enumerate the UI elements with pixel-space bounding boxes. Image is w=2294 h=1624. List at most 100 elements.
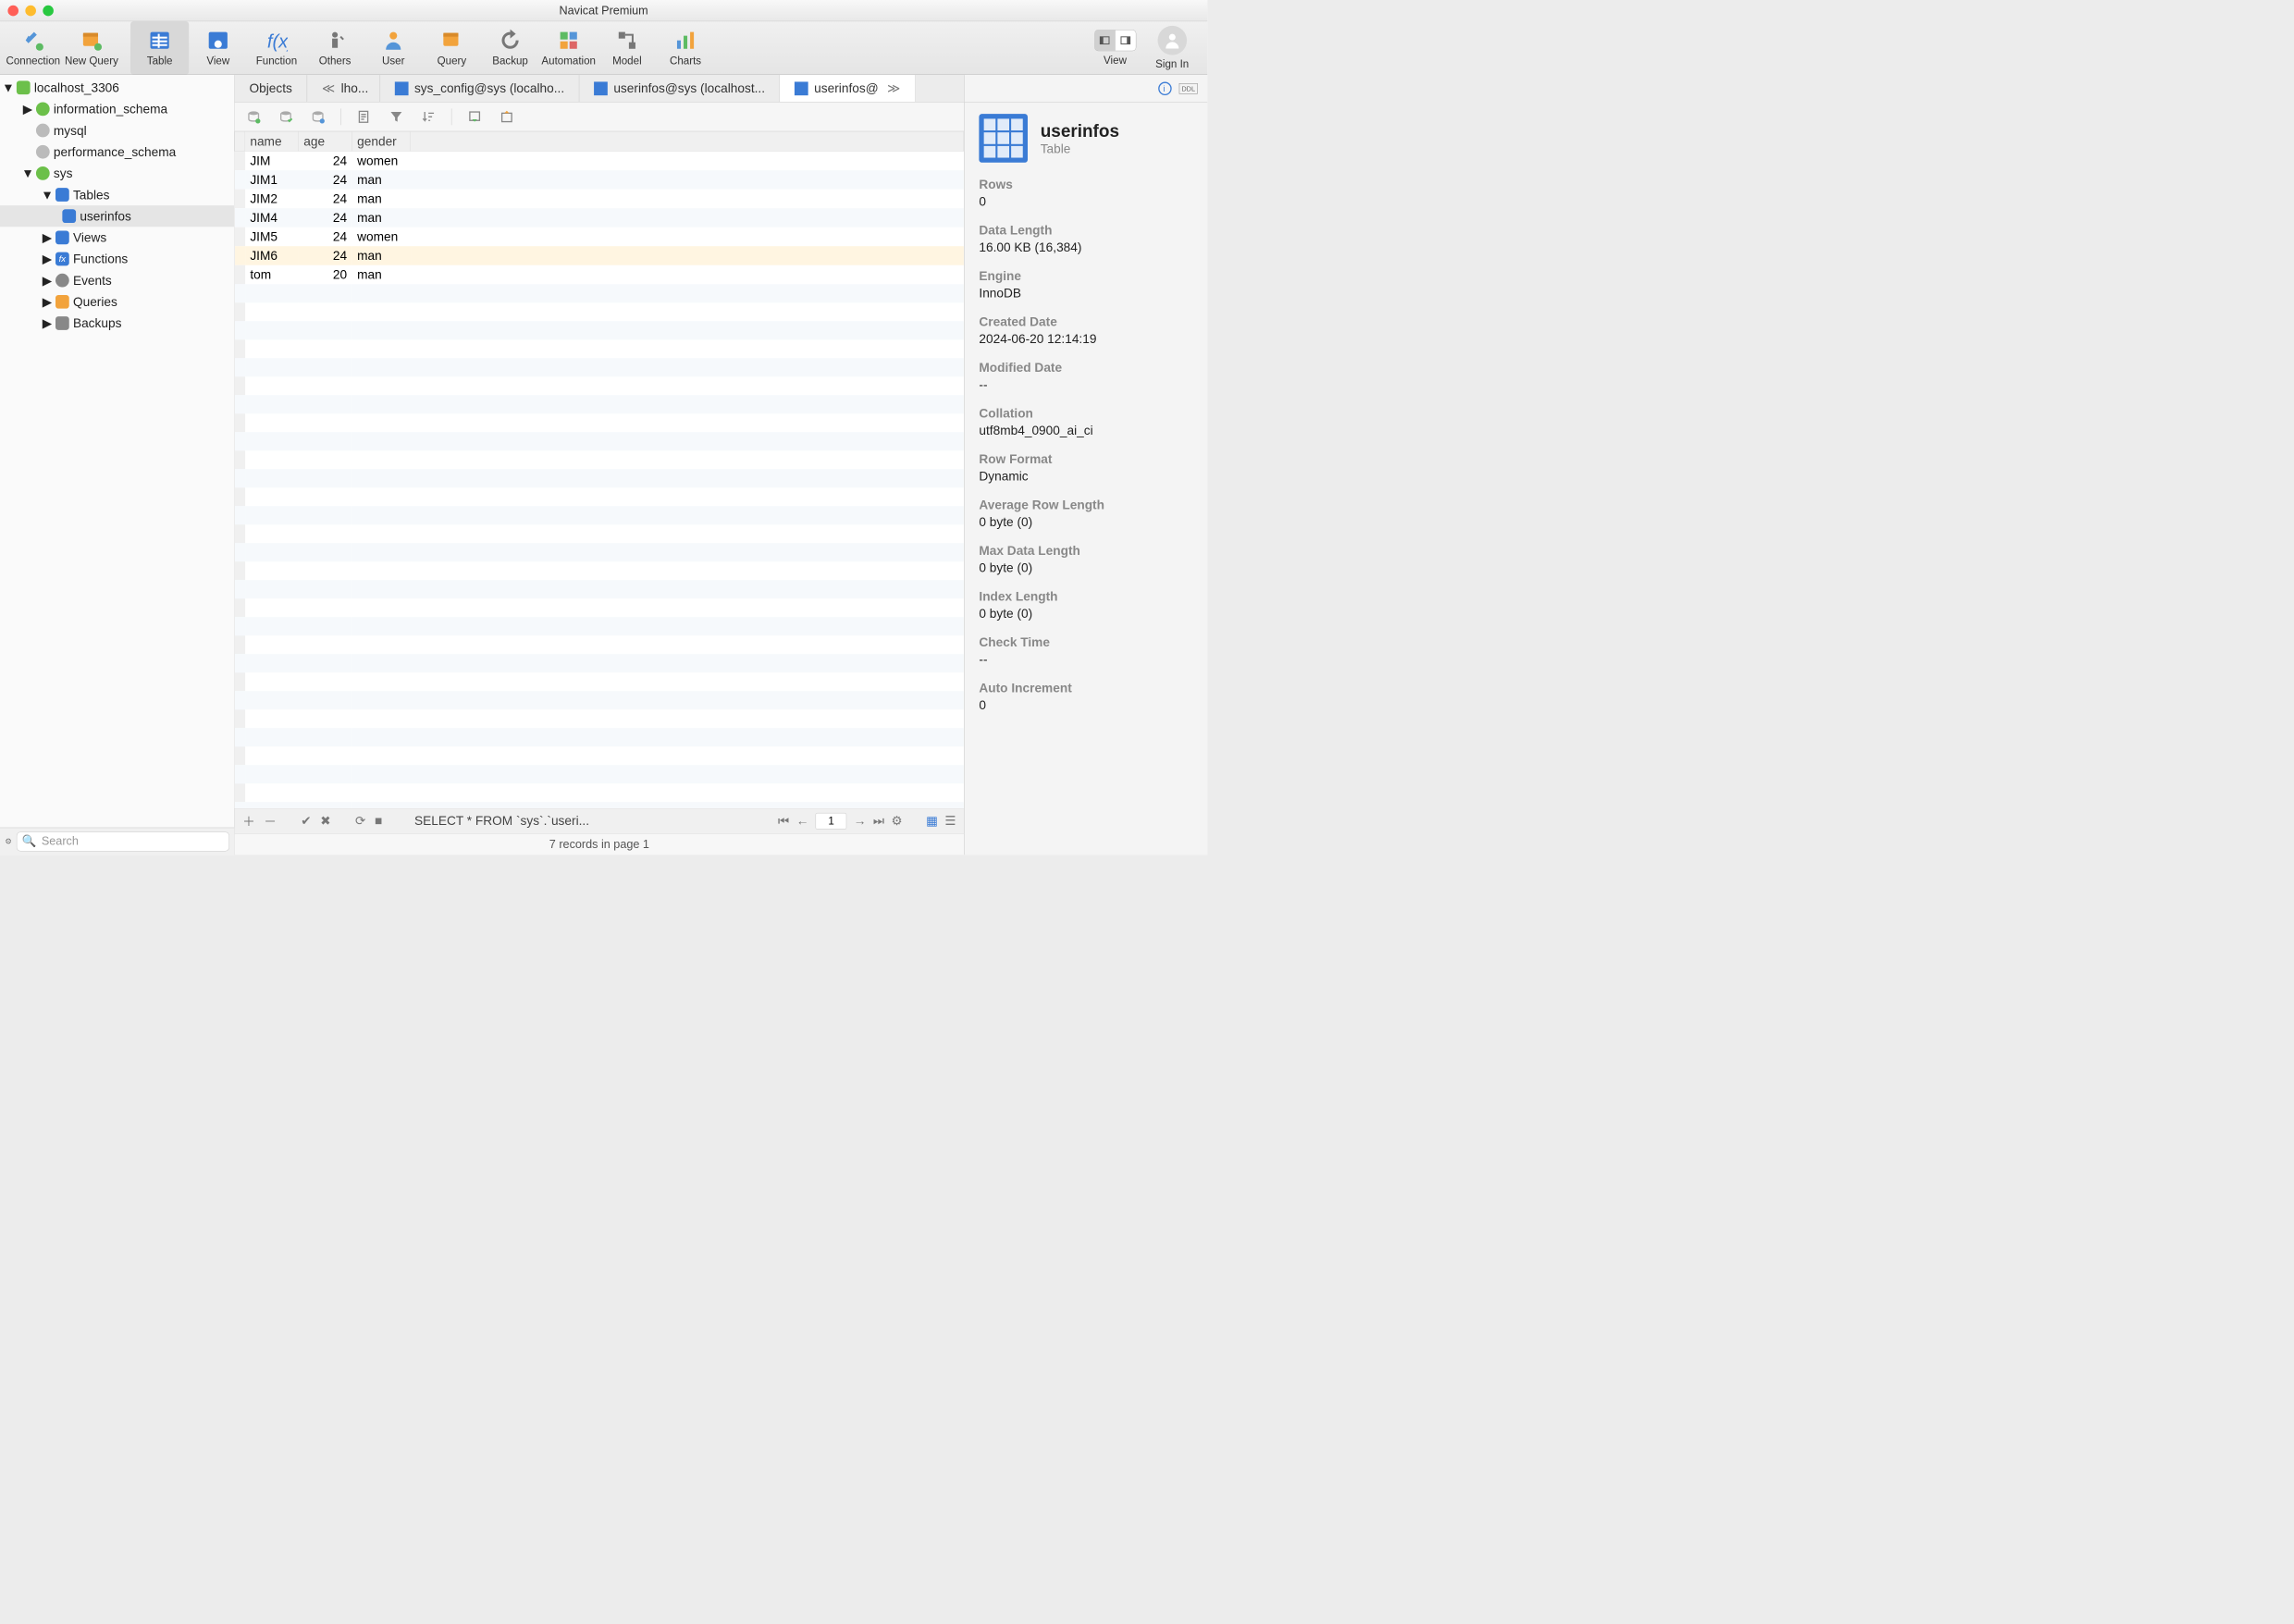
next-page-icon[interactable]: →	[854, 813, 867, 828]
view-segment[interactable]	[1094, 30, 1136, 51]
connection-tree[interactable]: ▼ localhost_3306 ▶ information_schema ▶ …	[0, 75, 234, 828]
new-query-icon	[80, 29, 103, 51]
grid-view-icon[interactable]: ▦	[926, 813, 938, 828]
backup-button[interactable]: Backup	[481, 21, 539, 74]
table-row[interactable]: JIM124man	[235, 170, 964, 190]
info-title: userinfos	[1041, 120, 1119, 141]
expand-icon[interactable]: ▶	[43, 254, 51, 263]
meta-item: Rows0	[979, 178, 1192, 210]
backup-icon	[499, 29, 521, 51]
import-icon[interactable]	[465, 107, 484, 126]
commit-icon[interactable]	[277, 107, 295, 126]
panel-right-icon[interactable]	[1115, 30, 1135, 50]
automation-button[interactable]: Automation	[539, 21, 598, 74]
table-row[interactable]: JIM24women	[235, 151, 964, 170]
charts-icon	[674, 29, 697, 51]
ddl-icon[interactable]: DDL	[1179, 83, 1198, 94]
expand-icon[interactable]: ▶	[43, 298, 51, 306]
titlebar: Navicat Premium	[0, 0, 1207, 21]
cancel-icon[interactable]: ✖	[320, 813, 330, 828]
table-row[interactable]: tom20man	[235, 265, 964, 285]
tab-history[interactable]: ≪lho...	[307, 75, 380, 102]
search-icon: 🔍	[22, 834, 37, 848]
sql-text: SELECT * FROM `sys`.`useri...	[414, 813, 589, 828]
stop-icon[interactable]: ■	[375, 813, 382, 828]
charts-button[interactable]: Charts	[656, 21, 714, 74]
database-node[interactable]: ▼ sys	[0, 163, 234, 184]
column-header[interactable]: gender	[352, 131, 411, 151]
first-page-icon[interactable]: ⏮	[778, 813, 789, 829]
table-row[interactable]: JIM424man	[235, 208, 964, 228]
database-icon	[36, 124, 50, 138]
search-input[interactable]: 🔍 Search	[17, 831, 229, 851]
page-input[interactable]	[816, 813, 847, 830]
settings-icon[interactable]: ⚙	[5, 836, 12, 846]
prev-page-icon[interactable]: ←	[796, 813, 809, 828]
tab-userinfos[interactable]: userinfos@sys (localhost...	[579, 75, 780, 102]
minimize-icon[interactable]	[25, 6, 36, 17]
user-label: User	[382, 55, 404, 68]
text-icon[interactable]	[355, 107, 374, 126]
new-query-label: New Query	[65, 55, 118, 68]
form-view-icon[interactable]: ☰	[944, 813, 956, 828]
begin-transaction-icon[interactable]	[244, 107, 263, 126]
tables-node[interactable]: ▼ Tables	[0, 184, 234, 205]
expand-icon[interactable]: ▶	[23, 105, 31, 113]
database-node[interactable]: ▶ performance_schema	[0, 141, 234, 163]
connection-node[interactable]: ▼ localhost_3306	[0, 77, 234, 98]
close-icon[interactable]	[7, 6, 18, 17]
expand-icon[interactable]: ▶	[43, 233, 51, 241]
connection-button[interactable]: Connection	[4, 21, 62, 74]
table-row[interactable]: JIM224man	[235, 190, 964, 209]
table-item[interactable]: userinfos	[0, 205, 234, 227]
info-icon[interactable]: i	[1158, 81, 1173, 96]
filter-icon[interactable]	[387, 107, 405, 126]
function-button[interactable]: f(x) Function	[247, 21, 305, 74]
user-button[interactable]: User	[364, 21, 423, 74]
tab-sysconfig[interactable]: sys_config@sys (localho...	[380, 75, 579, 102]
gear-icon[interactable]: ⚙	[892, 813, 903, 828]
functions-node[interactable]: ▶ fx Functions	[0, 248, 234, 269]
delete-row-icon[interactable]: －	[264, 812, 277, 830]
avatar[interactable]	[1157, 26, 1187, 55]
panel-left-icon[interactable]	[1094, 30, 1115, 50]
view-button[interactable]: View	[189, 21, 247, 74]
tables-icon	[56, 188, 69, 202]
sort-icon[interactable]	[419, 107, 438, 126]
query-button[interactable]: Query	[423, 21, 481, 74]
expand-icon[interactable]: ▼	[43, 191, 51, 199]
last-page-icon[interactable]: ⏭	[873, 813, 884, 829]
data-grid[interactable]: name age gender JIM24womenJIM124manJIM22…	[235, 131, 964, 808]
export-icon[interactable]	[498, 107, 516, 126]
expand-icon[interactable]: ▼	[23, 169, 31, 178]
table-button[interactable]: Table	[130, 21, 189, 74]
column-header-empty	[411, 131, 964, 151]
expand-icon[interactable]: ▶	[43, 276, 51, 284]
tab-objects[interactable]: Objects	[235, 75, 308, 102]
expand-icon[interactable]: ▶	[43, 319, 51, 327]
refresh-icon[interactable]: ⟳	[355, 813, 365, 828]
add-row-icon[interactable]: ＋	[242, 812, 255, 830]
rollback-icon[interactable]	[309, 107, 327, 126]
expand-icon[interactable]: ▼	[4, 83, 12, 92]
column-header[interactable]: name	[245, 131, 299, 151]
views-node[interactable]: ▶ Views	[0, 227, 234, 248]
signin-label[interactable]: Sign In	[1155, 57, 1189, 70]
search-placeholder: Search	[42, 834, 79, 848]
table-row[interactable]: JIM524women	[235, 228, 964, 247]
database-node[interactable]: ▶ information_schema	[0, 98, 234, 119]
model-button[interactable]: Model	[598, 21, 656, 74]
meta-item: Max Data Length0 byte (0)	[979, 543, 1192, 575]
new-query-button[interactable]: New Query	[62, 21, 120, 74]
apply-icon[interactable]: ✔	[301, 813, 311, 828]
plug-icon	[22, 29, 44, 51]
maximize-icon[interactable]	[43, 6, 54, 17]
backups-node[interactable]: ▶ Backups	[0, 313, 234, 334]
table-row[interactable]: JIM624man	[235, 246, 964, 265]
column-header[interactable]: age	[299, 131, 352, 151]
others-button[interactable]: Others	[306, 21, 364, 74]
tab-userinfos-active[interactable]: userinfos@≫	[780, 75, 915, 102]
events-node[interactable]: ▶ Events	[0, 270, 234, 291]
database-node[interactable]: ▶ mysql	[0, 119, 234, 141]
queries-node[interactable]: ▶ Queries	[0, 291, 234, 313]
